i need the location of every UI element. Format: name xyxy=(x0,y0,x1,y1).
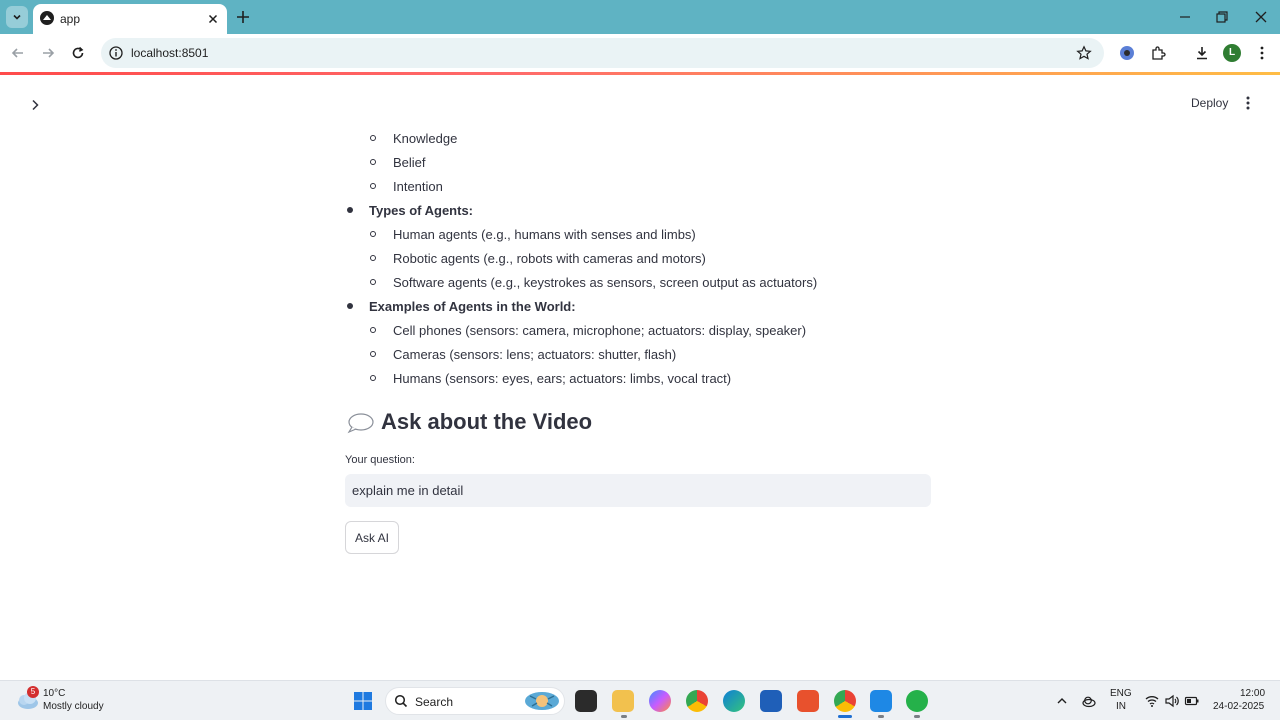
reload-icon[interactable] xyxy=(70,45,86,61)
tab-title: app xyxy=(60,12,81,26)
list-item: Belief xyxy=(393,155,426,170)
list-heading-examples: Examples of Agents in the World: xyxy=(369,299,576,314)
running-indicator xyxy=(914,715,920,718)
question-input[interactable] xyxy=(345,474,931,507)
search-highlight-icon xyxy=(525,692,559,710)
vscode-icon[interactable] xyxy=(870,690,892,712)
list-marker-icon xyxy=(370,159,376,165)
new-tab-icon[interactable] xyxy=(235,9,251,25)
list-item: Cell phones (sensors: camera, microphone… xyxy=(393,323,807,338)
list-item: Knowledge xyxy=(393,131,458,146)
profile-avatar[interactable]: L xyxy=(1223,44,1241,62)
back-arrow-icon[interactable] xyxy=(10,45,26,61)
extension-shield-icon[interactable] xyxy=(1119,45,1135,61)
list-marker-icon xyxy=(370,183,376,189)
download-icon[interactable] xyxy=(1194,45,1210,61)
list-marker-icon xyxy=(370,279,376,285)
search-label: Search xyxy=(415,695,454,709)
list-marker-icon xyxy=(347,303,353,309)
browser-menu-icon[interactable] xyxy=(1254,45,1270,61)
list-item: Robotic agents (e.g., robots with camera… xyxy=(393,251,706,266)
section-heading: Ask about the Video xyxy=(381,409,593,434)
list-marker-icon xyxy=(370,327,376,333)
chrome-icon[interactable] xyxy=(686,690,708,712)
list-item: Cameras (sensors: lens; actuators: shutt… xyxy=(393,347,677,362)
weather-alert-badge: 5 xyxy=(27,686,39,698)
site-info-icon[interactable] xyxy=(109,46,123,60)
chevron-down-icon xyxy=(13,14,21,20)
deploy-button[interactable]: Deploy xyxy=(1183,93,1236,113)
list-marker-icon xyxy=(370,135,376,141)
onedrive-icon[interactable] xyxy=(1081,693,1097,709)
main-menu-icon[interactable] xyxy=(1240,95,1256,111)
whatsapp-icon[interactable] xyxy=(906,690,928,712)
region-indicator: IN xyxy=(1116,701,1126,712)
streamlit-header-decoration xyxy=(0,72,1280,75)
extensions-puzzle-icon[interactable] xyxy=(1150,45,1166,61)
file-explorer-icon[interactable] xyxy=(612,690,634,712)
browser-tab-strip: app xyxy=(0,0,1280,34)
taskbar: 5 10°C Mostly cloudy Search ENG IN 12:00… xyxy=(0,680,1280,720)
list-marker-icon xyxy=(347,207,353,213)
weather-temperature: 10°C xyxy=(43,688,66,699)
running-indicator xyxy=(878,715,884,718)
speech-bubble-icon xyxy=(347,413,374,434)
browser-tab[interactable]: app xyxy=(33,4,227,34)
weather-description: Mostly cloudy xyxy=(43,701,104,712)
url-text: localhost:8501 xyxy=(131,46,209,60)
language-indicator[interactable]: ENG xyxy=(1110,688,1132,699)
edge-icon[interactable] xyxy=(723,690,745,712)
close-tab-icon[interactable] xyxy=(206,12,220,26)
wps-office-icon[interactable] xyxy=(797,690,819,712)
clock-time[interactable]: 12:00 xyxy=(1240,688,1265,699)
task-view-icon[interactable] xyxy=(575,690,597,712)
address-bar[interactable]: localhost:8501 xyxy=(101,38,1104,68)
list-marker-icon xyxy=(370,351,376,357)
list-item: Intention xyxy=(393,179,443,194)
ask-ai-button[interactable]: Ask AI xyxy=(345,521,399,554)
forward-arrow-icon[interactable] xyxy=(40,45,56,61)
windows-start-icon[interactable] xyxy=(353,691,373,711)
volume-icon[interactable] xyxy=(1164,693,1180,709)
list-item: Humans (sensors: eyes, ears; actuators: … xyxy=(393,371,732,386)
expand-sidebar-icon[interactable] xyxy=(27,97,43,113)
battery-icon[interactable] xyxy=(1184,693,1200,709)
list-item: Human agents (e.g., humans with senses a… xyxy=(393,227,696,242)
list-marker-icon xyxy=(370,375,376,381)
list-heading-types: Types of Agents: xyxy=(369,203,474,218)
question-label: Your question: xyxy=(345,454,415,466)
list-item: Software agents (e.g., keystrokes as sen… xyxy=(393,275,818,290)
list-marker-icon xyxy=(370,255,376,261)
bookmark-star-icon[interactable] xyxy=(1076,45,1092,61)
search-icon xyxy=(394,694,408,708)
running-indicator xyxy=(621,715,627,718)
tab-search-button[interactable] xyxy=(6,6,28,28)
clock-date[interactable]: 24-02-2025 xyxy=(1213,701,1264,712)
wifi-icon[interactable] xyxy=(1144,693,1160,709)
browser-toolbar: localhost:8501 xyxy=(0,34,1280,72)
list-marker-icon xyxy=(370,231,376,237)
store-icon[interactable] xyxy=(760,690,782,712)
close-window-icon[interactable] xyxy=(1253,9,1269,25)
copilot-icon[interactable] xyxy=(649,690,671,712)
chevron-up-icon[interactable] xyxy=(1054,693,1070,709)
streamlit-favicon-icon xyxy=(40,11,54,25)
running-indicator xyxy=(838,715,852,718)
chrome-profile-icon[interactable] xyxy=(834,690,856,712)
minimize-icon[interactable] xyxy=(1177,9,1193,25)
taskbar-search[interactable]: Search xyxy=(385,687,565,715)
restore-icon[interactable] xyxy=(1214,9,1230,25)
